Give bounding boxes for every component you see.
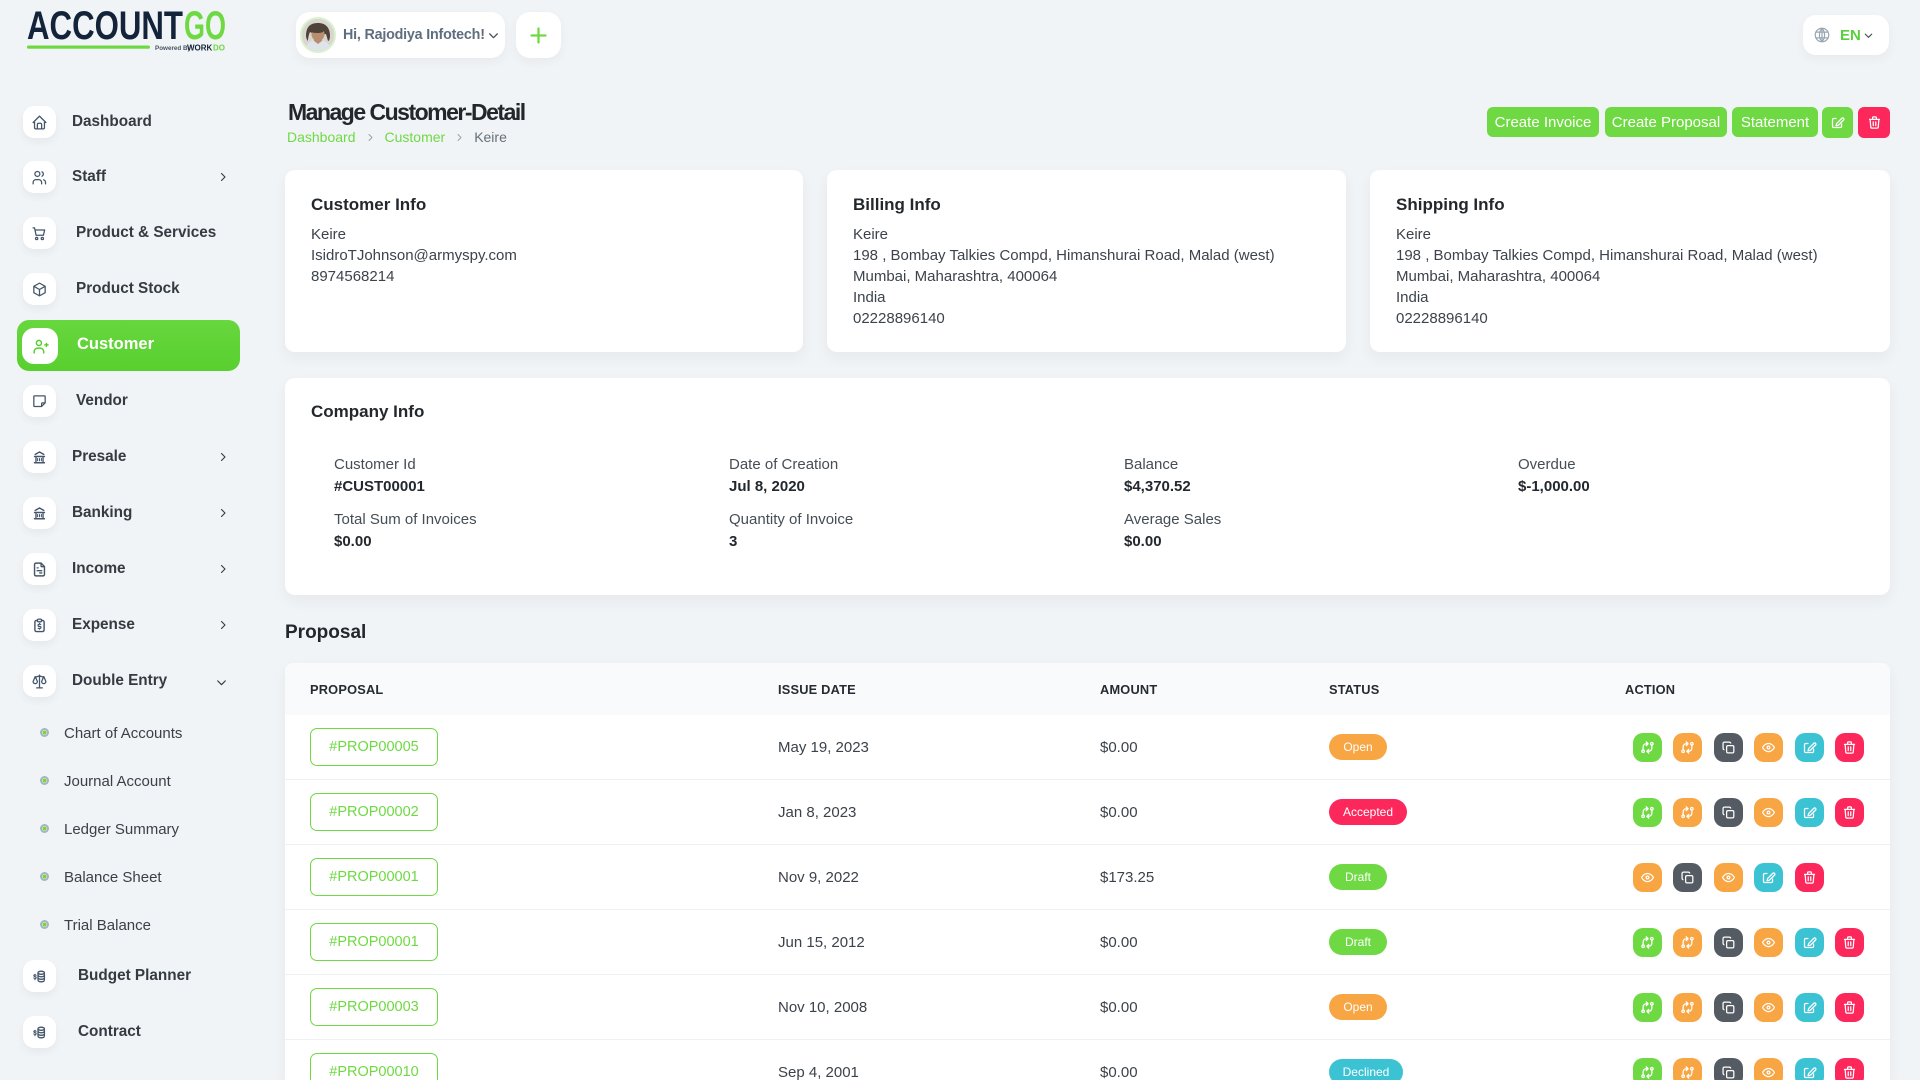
svg-text:WORK: WORK <box>187 44 213 53</box>
svg-text:GO: GO <box>184 8 226 48</box>
svg-text:ACCOUNT: ACCOUNT <box>27 8 183 48</box>
svg-text:DO: DO <box>213 44 225 53</box>
